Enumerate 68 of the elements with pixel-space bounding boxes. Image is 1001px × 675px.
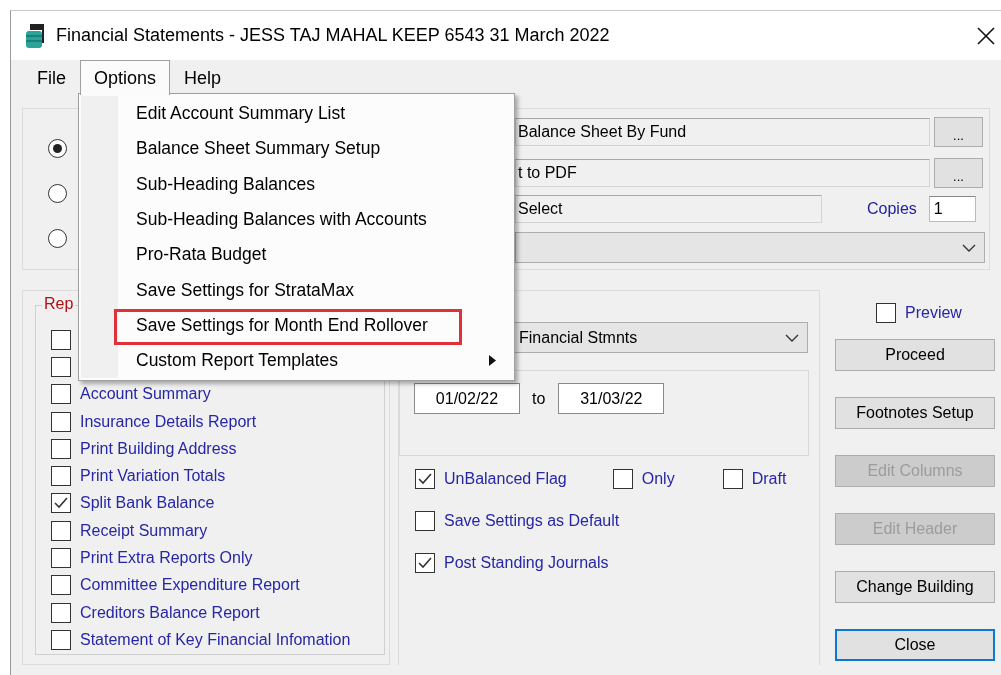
checkbox-label: Preview — [905, 304, 962, 322]
radio-button[interactable] — [48, 229, 67, 248]
copies-field[interactable]: 1 — [928, 196, 976, 222]
radio-button[interactable] — [48, 139, 67, 158]
checkbox[interactable] — [876, 303, 896, 323]
checkbox-label: Split Bank Balance — [80, 494, 215, 513]
checkbox[interactable] — [415, 469, 435, 489]
menu-item[interactable]: Sub-Heading Balances with Accounts — [136, 209, 427, 231]
checkbox-label: Insurance Details Report — [80, 412, 257, 431]
checkbox-label: Post Standing Journals — [444, 554, 609, 572]
chevron-down-icon — [962, 243, 976, 252]
checkbox[interactable] — [51, 548, 71, 568]
checkbox-label: Creditors Balance Report — [80, 603, 260, 622]
dialog-button[interactable]: Proceed — [835, 339, 995, 371]
chevron-down-icon — [785, 333, 799, 342]
checkbox[interactable] — [51, 520, 71, 541]
menu-item[interactable]: File — [23, 60, 80, 95]
radio-button[interactable] — [48, 184, 67, 203]
from-date-field[interactable]: 01/02/22 — [414, 383, 520, 414]
dialog-button[interactable]: Close — [835, 629, 995, 661]
to-date-field[interactable]: 31/03/22 — [558, 383, 665, 414]
menu-item[interactable]: Options — [80, 60, 171, 95]
menu-item[interactable]: Edit Account Summary List — [136, 103, 346, 125]
checkbox[interactable] — [51, 384, 71, 405]
checkbox[interactable] — [415, 553, 435, 573]
checkbox[interactable] — [51, 602, 71, 623]
group-legend: Rep — [42, 295, 76, 313]
checkbox-label: Account Summary — [80, 385, 211, 404]
checkbox[interactable] — [722, 469, 743, 489]
checkbox-label: Statement of Key Financial Infomation — [80, 630, 351, 649]
menu-item[interactable]: Custom Report Templates — [136, 350, 338, 372]
output-field: t to PDF — [515, 159, 930, 187]
menu-item[interactable]: Help — [170, 60, 236, 95]
dropdown-value: Financial Stmnts — [519, 328, 638, 347]
checkbox-label: UnBalanced Flag — [444, 470, 567, 488]
checkbox[interactable] — [51, 356, 71, 377]
checkbox[interactable] — [51, 629, 71, 650]
window-title: Financial Statements - JESS TAJ MAHAL KEEP 6543 31 March 2022 — [56, 25, 611, 46]
menu-item[interactable]: Balance Sheet Summary Setup — [136, 138, 381, 160]
browse-button[interactable]: ... — [934, 158, 983, 188]
dialog-button[interactable]: Change Building — [835, 571, 995, 603]
checkbox[interactable] — [612, 469, 633, 489]
copies-label: Copies — [867, 200, 917, 218]
checkbox[interactable] — [51, 329, 71, 350]
checkbox-label: Save Settings as Default — [444, 512, 620, 530]
checkbox-label: Print Variation Totals — [80, 467, 226, 486]
checkbox[interactable] — [415, 511, 435, 531]
checkbox-label: Committee Expenditure Report — [80, 576, 300, 595]
checkbox-label: Print Building Address — [80, 439, 237, 458]
menu-item[interactable]: Sub-Heading Balances — [136, 173, 315, 195]
checkbox[interactable] — [51, 575, 71, 596]
report-field: Balance Sheet By Fund — [515, 118, 930, 146]
checkbox[interactable] — [51, 466, 71, 487]
checkbox-label: Receipt Summary — [80, 521, 208, 540]
checkbox[interactable] — [51, 438, 71, 459]
printer-field: Select — [515, 195, 822, 223]
close-icon[interactable] — [977, 26, 995, 45]
checkbox-label: Only — [641, 470, 675, 488]
checkbox[interactable] — [51, 493, 71, 514]
to-label: to — [532, 390, 546, 408]
menu-item[interactable]: Save Settings for StrataMax — [136, 279, 354, 301]
dialog-button[interactable]: Footnotes Setup — [835, 397, 995, 429]
checkbox-label: Print Extra Reports Only — [80, 549, 253, 567]
checkbox-label: Draft — [751, 470, 787, 488]
checkbox[interactable] — [51, 411, 71, 432]
browse-button[interactable]: ... — [934, 117, 983, 147]
app-icon — [25, 22, 47, 49]
menu-item[interactable]: Pro-Rata Budget — [136, 244, 267, 266]
